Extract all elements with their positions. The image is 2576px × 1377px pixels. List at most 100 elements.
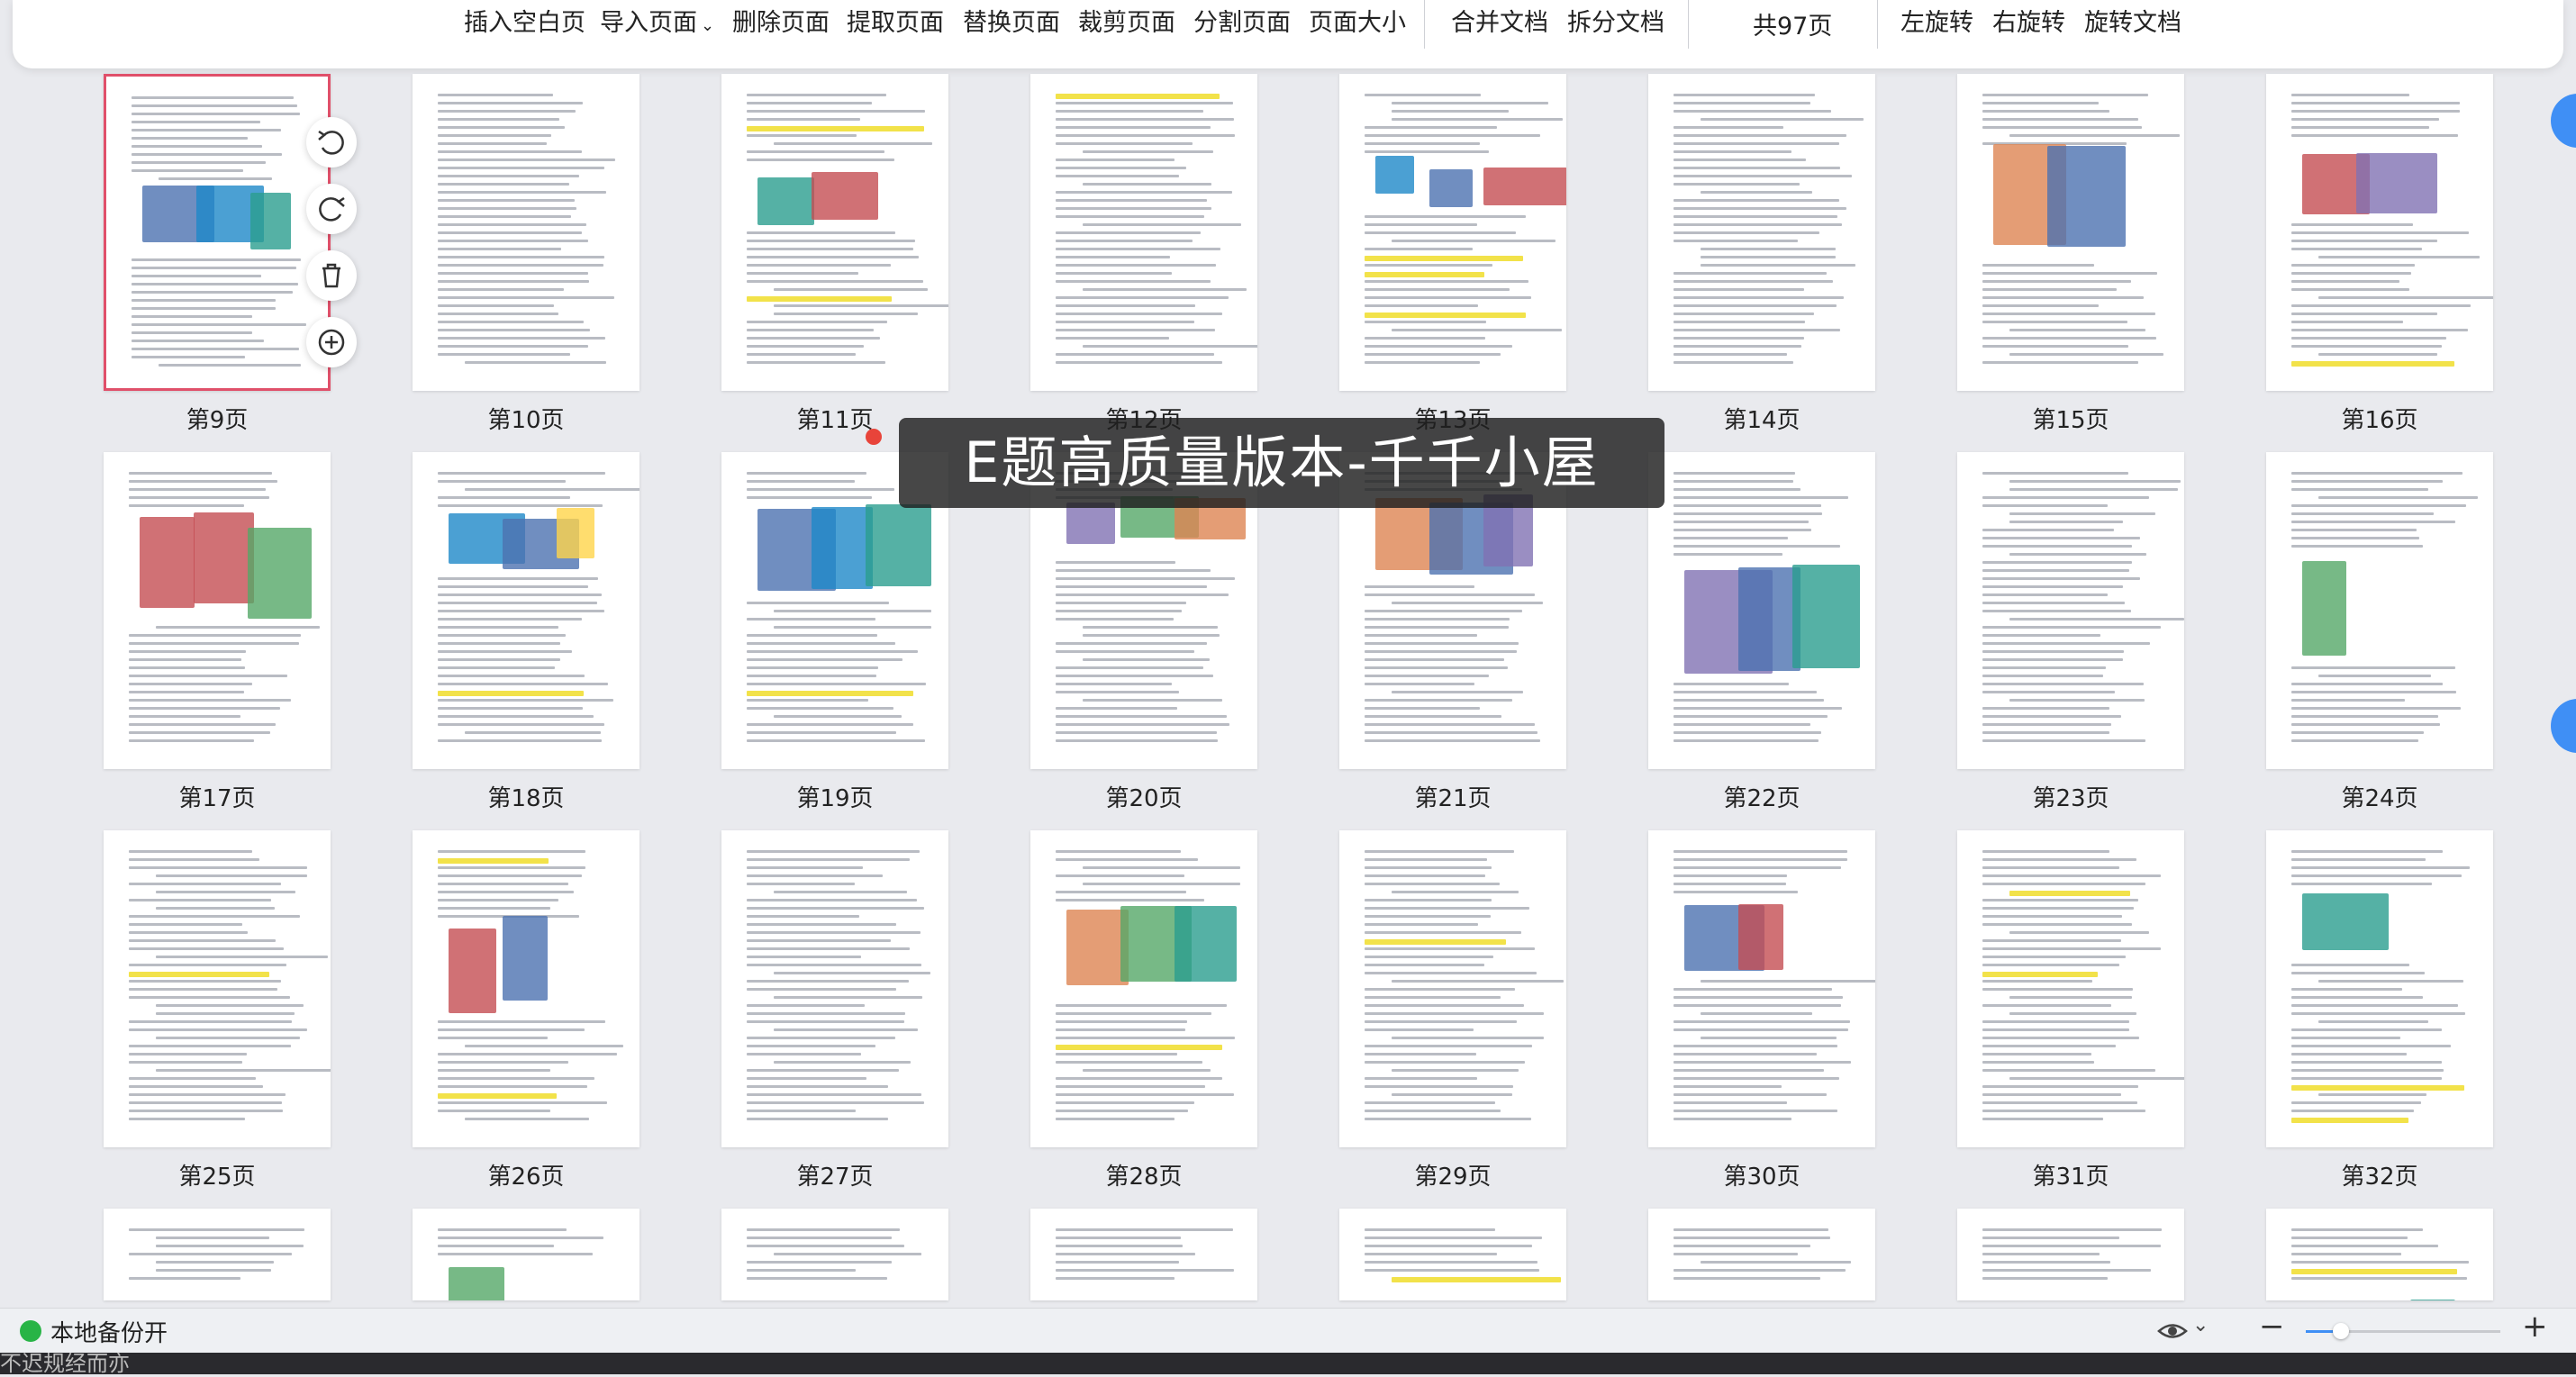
page-text-line (1982, 1093, 2121, 1096)
page-thumbnail[interactable] (104, 452, 331, 769)
page-text-line (1673, 353, 1787, 356)
page-text-line (132, 291, 293, 294)
view-chevron-icon[interactable]: ⌄ (2192, 1314, 2209, 1336)
page-text-line (1673, 361, 1793, 364)
page-text-line (1982, 1245, 2161, 1247)
backup-status-text[interactable]: 本地备份开 (50, 1315, 168, 1348)
page-text-line (774, 715, 902, 718)
page-text-line (438, 110, 576, 113)
page-text-line (2291, 529, 2417, 531)
page-thumbnail[interactable] (1957, 74, 2184, 391)
page-thumbnail[interactable] (2266, 830, 2493, 1147)
import-pages-button[interactable]: 导入页面 ⌄ (600, 5, 714, 41)
page-thumbnail[interactable] (1648, 830, 1875, 1147)
page-thumbnail[interactable] (413, 452, 639, 769)
page-text-line (465, 488, 639, 491)
delete-page-tool[interactable] (306, 250, 357, 301)
page-text-line (2291, 1045, 2451, 1047)
page-label: 第32页 (2341, 1164, 2418, 1191)
replace-pages-button[interactable]: 替换页面 (963, 5, 1060, 41)
page-text-line (1392, 1277, 1561, 1282)
zoom-in-button[interactable]: + (2522, 1309, 2548, 1345)
page-thumbnail[interactable] (413, 1209, 639, 1300)
page-label: 第23页 (2032, 785, 2109, 812)
page-text-line (1673, 480, 1793, 483)
page-figure (140, 517, 195, 608)
rotate-left-tool[interactable] (306, 117, 357, 168)
page-text-line (1056, 1012, 1211, 1015)
page-thumbnail[interactable] (104, 830, 331, 1147)
page-label: 第24页 (2341, 785, 2418, 812)
page-thumbnail[interactable] (413, 74, 639, 391)
page-text-line (156, 956, 328, 958)
page-thumbnail[interactable] (2266, 1209, 2493, 1300)
page-text-line (1365, 907, 1529, 910)
page-thumbnail[interactable] (721, 1209, 948, 1300)
rotate-right-tool[interactable] (306, 184, 357, 234)
page-text-line (1982, 272, 2157, 275)
eye-icon[interactable] (2157, 1318, 2188, 1345)
zoom-slider-handle[interactable] (2333, 1323, 2349, 1339)
merge-document-button[interactable]: 合并文档 (1451, 5, 1548, 41)
insert-page-tool[interactable] (306, 317, 357, 367)
page-thumbnail[interactable] (721, 830, 948, 1147)
insert-blank-page-button[interactable]: 插入空白页 (464, 5, 585, 41)
page-text-line (1365, 996, 1501, 999)
zoom-slider[interactable] (2306, 1323, 2500, 1339)
page-text-line (1056, 1277, 1175, 1280)
page-thumbnail[interactable] (1030, 74, 1257, 391)
page-text-line (1365, 231, 1516, 234)
page-text-line (1982, 529, 2114, 531)
page-text-line (1365, 626, 1509, 629)
page-text-line (1982, 1061, 2094, 1064)
page-thumbnail[interactable] (1339, 830, 1566, 1147)
rotate-right-button[interactable]: 右旋转 (1992, 5, 2065, 41)
page-thumbnail[interactable] (1030, 830, 1257, 1147)
crop-pages-button[interactable]: 裁剪页面 (1078, 5, 1175, 41)
page-thumbnail[interactable] (104, 1209, 331, 1300)
rotate-document-button[interactable]: 旋转文档 (2084, 5, 2181, 41)
page-text-line (2291, 1228, 2423, 1231)
page-text-line (132, 258, 301, 261)
extract-pages-button[interactable]: 提取页面 (847, 5, 944, 41)
page-thumbnail[interactable] (2266, 74, 2493, 391)
split-document-button[interactable]: 拆分文档 (1567, 5, 1664, 41)
rotate-left-button[interactable]: 左旋转 (1900, 5, 1973, 41)
page-text-line (1673, 731, 1821, 734)
split-pages-button[interactable]: 分割页面 (1193, 5, 1291, 41)
page-text-line (1365, 988, 1515, 991)
page-text-line (1982, 585, 2123, 588)
page-size-button[interactable]: 页面大小 (1309, 5, 1406, 41)
page-text-line (156, 1237, 269, 1239)
page-text-line (747, 915, 859, 918)
page-text-line (1056, 1020, 1187, 1023)
page-text-line (1056, 296, 1229, 299)
page-thumbnail[interactable] (104, 74, 331, 391)
page-thumbnail[interactable] (1648, 452, 1875, 769)
page-thumbnail[interactable] (1339, 74, 1566, 391)
side-assistant-button[interactable] (2551, 94, 2576, 148)
page-thumbnail[interactable] (2266, 452, 2493, 769)
page-thumbnail[interactable] (1648, 1209, 1875, 1300)
page-text-line (1673, 231, 1819, 234)
delete-pages-button[interactable]: 删除页面 (732, 5, 830, 41)
page-text-line (2291, 288, 2409, 291)
page-thumbnail[interactable] (1957, 830, 2184, 1147)
page-text-line (1392, 980, 1564, 983)
page-thumbnail[interactable] (1648, 74, 1875, 391)
page-text-line (747, 1069, 899, 1072)
page-thumbnail[interactable] (1957, 452, 2184, 769)
page-text-line (2291, 240, 2437, 242)
page-thumbnail[interactable] (413, 830, 639, 1147)
page-thumbnail[interactable] (1030, 1209, 1257, 1300)
page-text-line (438, 126, 565, 129)
side-tool-button[interactable] (2551, 699, 2576, 753)
page-thumbnail[interactable] (1957, 1209, 2184, 1300)
page-thumbnail[interactable] (721, 74, 948, 391)
page-text-line (1982, 923, 2132, 926)
page-text-line (132, 153, 282, 156)
page-thumbnail[interactable] (1339, 1209, 1566, 1300)
page-text-line (129, 988, 277, 991)
zoom-out-button[interactable]: − (2259, 1309, 2285, 1345)
page-text-line (438, 215, 571, 218)
